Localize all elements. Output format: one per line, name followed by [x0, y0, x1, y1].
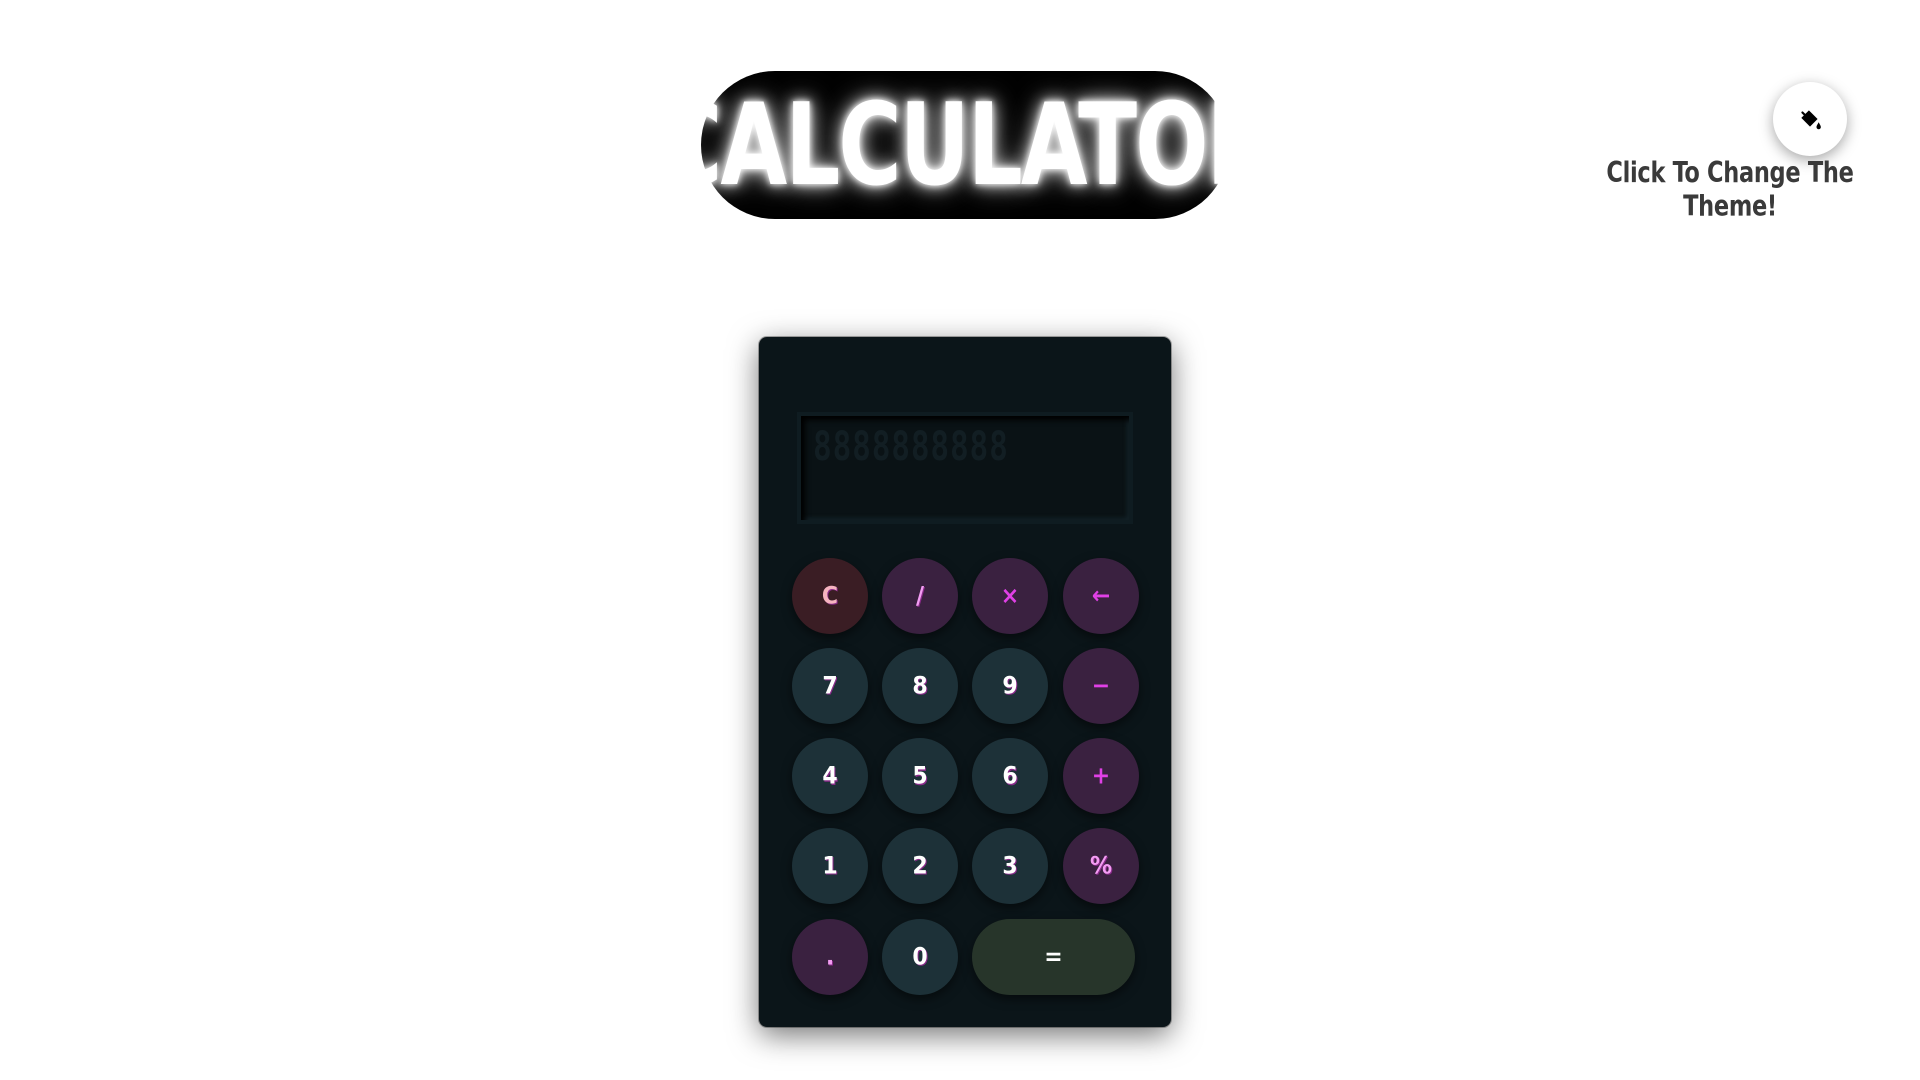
- plus-button[interactable]: +: [1063, 738, 1139, 814]
- key-3[interactable]: 3: [972, 828, 1048, 904]
- calculator: 8888888888 C / × ← 7 8 9 − 4 5 6 + 1 2 3…: [759, 337, 1171, 1027]
- theme-toggle-button[interactable]: [1773, 82, 1847, 156]
- key-5[interactable]: 5: [882, 738, 958, 814]
- key-2[interactable]: 2: [882, 828, 958, 904]
- key-9[interactable]: 9: [972, 648, 1048, 724]
- calculator-display: 8888888888: [797, 412, 1133, 524]
- title-banner: CALCULATOR: [659, 71, 1273, 219]
- key-0[interactable]: 0: [882, 919, 958, 995]
- page-title: CALCULATOR: [659, 78, 1273, 212]
- key-7[interactable]: 7: [792, 648, 868, 724]
- key-1[interactable]: 1: [792, 828, 868, 904]
- minus-button[interactable]: −: [1063, 648, 1139, 724]
- decimal-button[interactable]: .: [792, 919, 868, 995]
- page: CALCULATOR Click To Change The Theme! 88…: [0, 0, 1920, 1080]
- backspace-button[interactable]: ←: [1063, 558, 1139, 634]
- clear-button[interactable]: C: [792, 558, 868, 634]
- key-4[interactable]: 4: [792, 738, 868, 814]
- percent-button[interactable]: %: [1063, 828, 1139, 904]
- paint-bucket-icon: [1801, 110, 1821, 130]
- key-6[interactable]: 6: [972, 738, 1048, 814]
- theme-toggle-label: Click To Change The Theme!: [1606, 155, 1854, 223]
- divide-button[interactable]: /: [882, 558, 958, 634]
- multiply-button[interactable]: ×: [972, 558, 1048, 634]
- display-ghost-digits: 8888888888: [813, 424, 1009, 470]
- equals-button[interactable]: =: [972, 919, 1135, 995]
- key-8[interactable]: 8: [882, 648, 958, 724]
